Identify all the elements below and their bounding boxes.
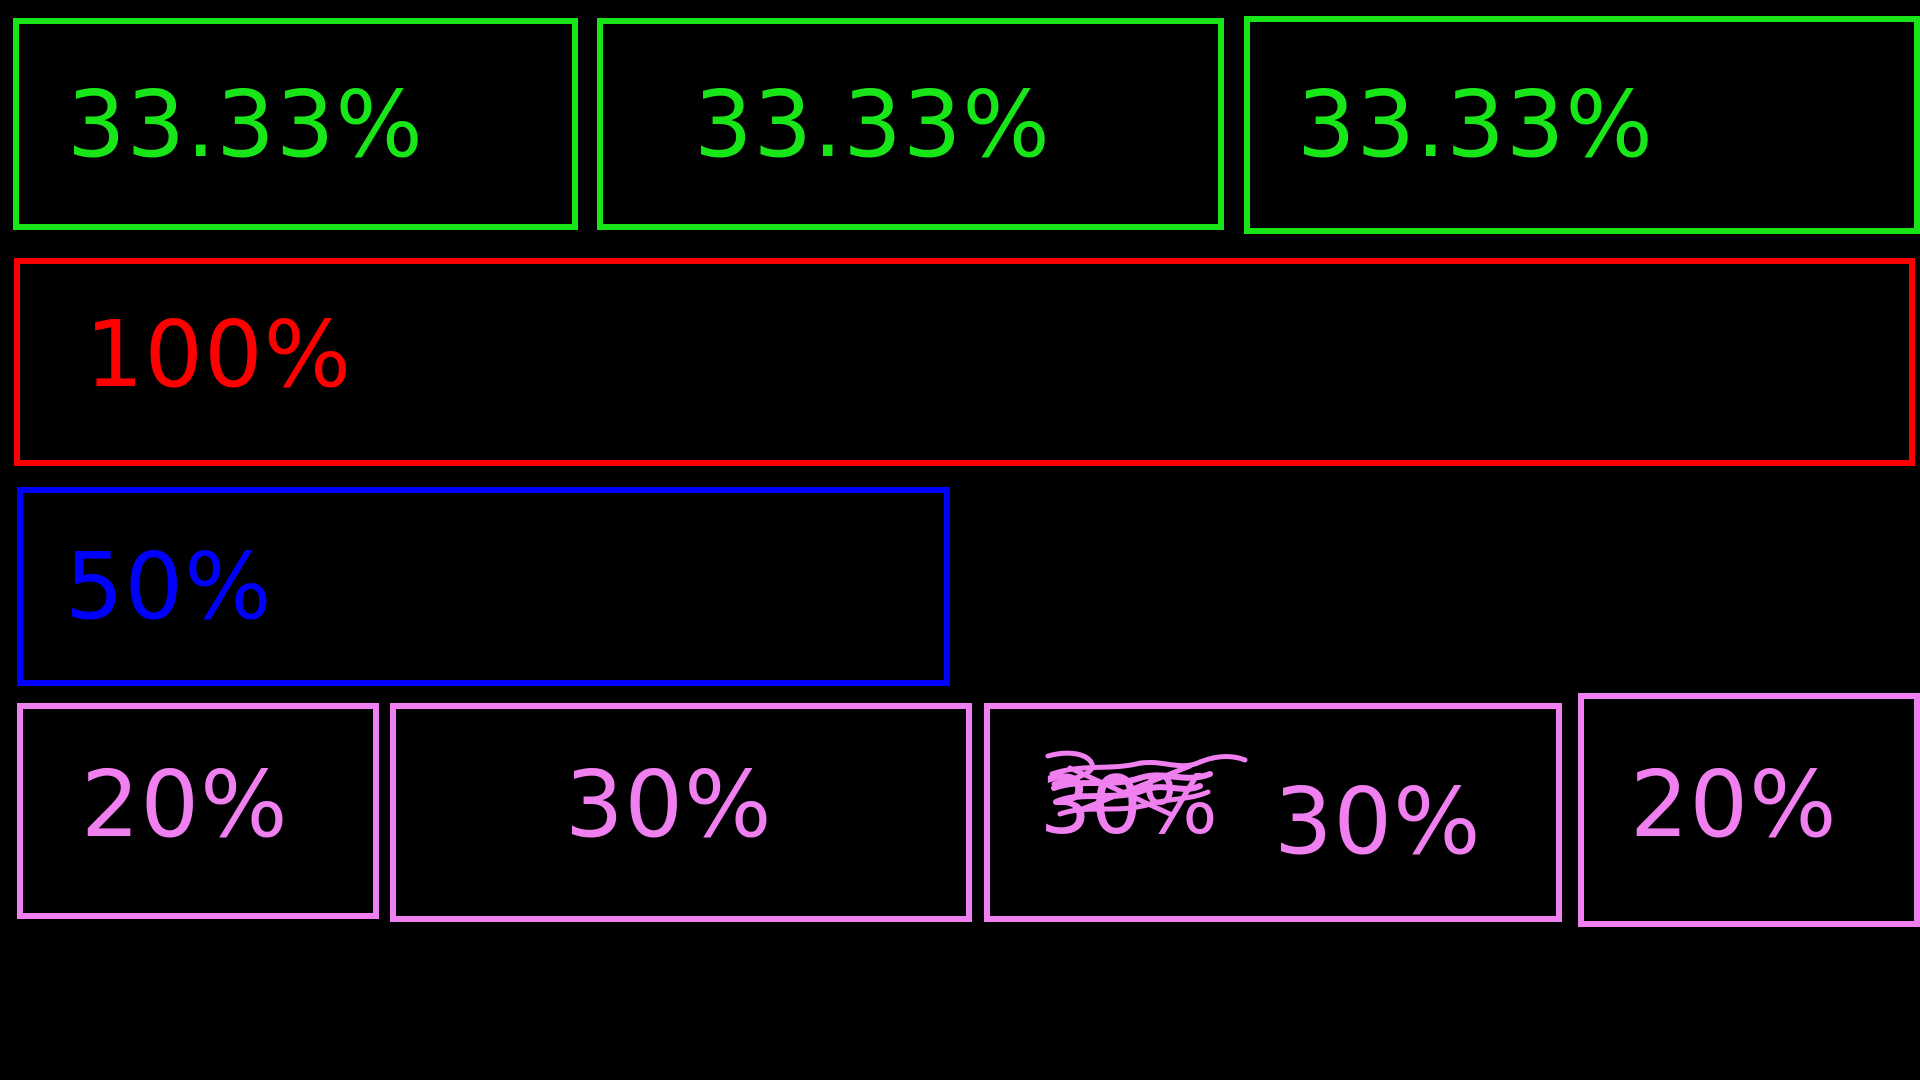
green-box-2: 33.33% bbox=[597, 18, 1224, 230]
red-box-label: 100% bbox=[85, 301, 353, 408]
pink-box-1-label: 20% bbox=[81, 751, 289, 858]
green-box-1-label: 33.33% bbox=[67, 71, 424, 178]
scribbled-out-text: 30% bbox=[1040, 744, 1250, 864]
pink-box-4: 20% bbox=[1578, 693, 1920, 927]
red-box: 100% bbox=[14, 258, 1915, 466]
pink-box-3: 30% 30% bbox=[984, 703, 1562, 922]
pink-box-4-label: 20% bbox=[1630, 751, 1838, 858]
green-box-2-label: 33.33% bbox=[694, 71, 1051, 178]
blue-box-label: 50% bbox=[65, 533, 273, 640]
green-box-3: 33.33% bbox=[1244, 16, 1920, 234]
pink-box-1: 20% bbox=[17, 703, 379, 919]
scribble-marks-icon bbox=[1045, 750, 1248, 817]
pink-box-3-label: 30% bbox=[1274, 768, 1482, 875]
green-box-1: 33.33% bbox=[13, 18, 578, 230]
pink-box-2-label: 30% bbox=[565, 751, 773, 858]
green-box-3-label: 33.33% bbox=[1297, 71, 1654, 178]
pink-box-2: 30% bbox=[390, 703, 972, 922]
blue-box: 50% bbox=[17, 487, 950, 686]
